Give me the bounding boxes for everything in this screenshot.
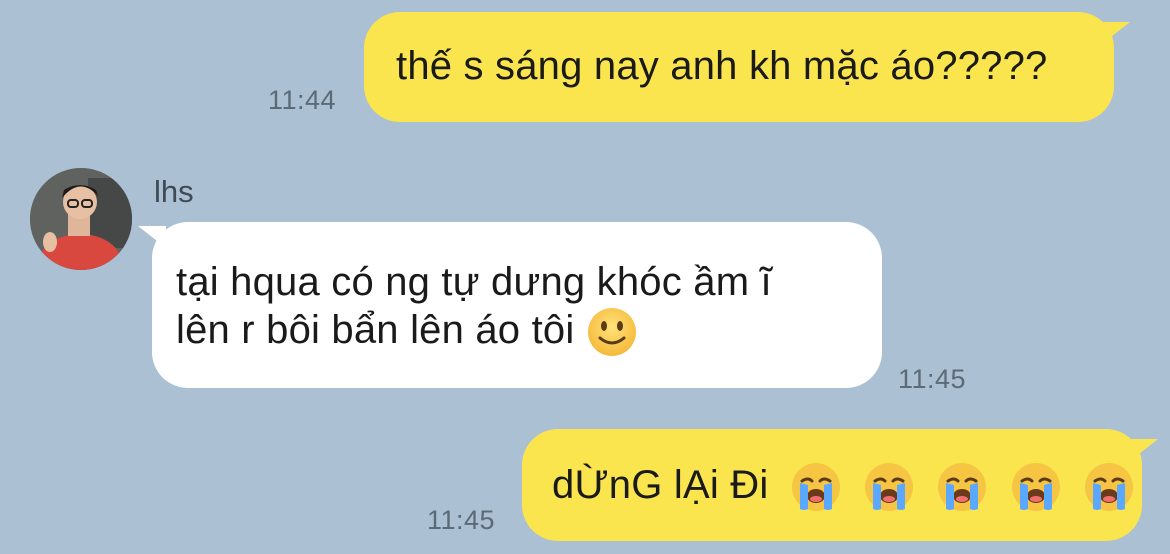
outgoing-message-bubble[interactable]: thế s sáng nay anh kh mặc áo????? [364,12,1130,122]
slightly-smiling-face-icon [586,306,638,358]
sender-name: lhs [154,174,194,209]
message-text-line-2: lên r bôi bẩn lên áo tôi [176,308,575,352]
loudly-crying-face-icon [863,461,915,513]
message-time: 11:45 [427,505,496,535]
incoming-message-bubble[interactable]: tại hqua có ng tự dưng khóc ầm ĩ lên r b… [138,222,882,388]
message-text: dỪnG lẠi Đi [552,463,769,507]
message-time: 11:45 [898,364,967,394]
loudly-crying-face-icon [1010,461,1062,513]
message-text: thế s sáng nay anh kh mặc áo????? [396,44,1048,88]
outgoing-message-bubble[interactable]: dỪnG lẠi Đi [522,429,1158,541]
contact-avatar[interactable] [30,168,132,270]
message-text-line-1: tại hqua có ng tự dưng khóc ầm ĩ [176,260,772,304]
chat-area[interactable]: 11:44 thế s sáng nay anh kh mặc áo????? … [0,0,1170,554]
emoji-group [780,463,1135,512]
loudly-crying-face-icon [1083,461,1135,513]
message-time: 11:44 [268,85,337,115]
loudly-crying-face-icon [790,461,842,513]
loudly-crying-face-icon [936,461,988,513]
